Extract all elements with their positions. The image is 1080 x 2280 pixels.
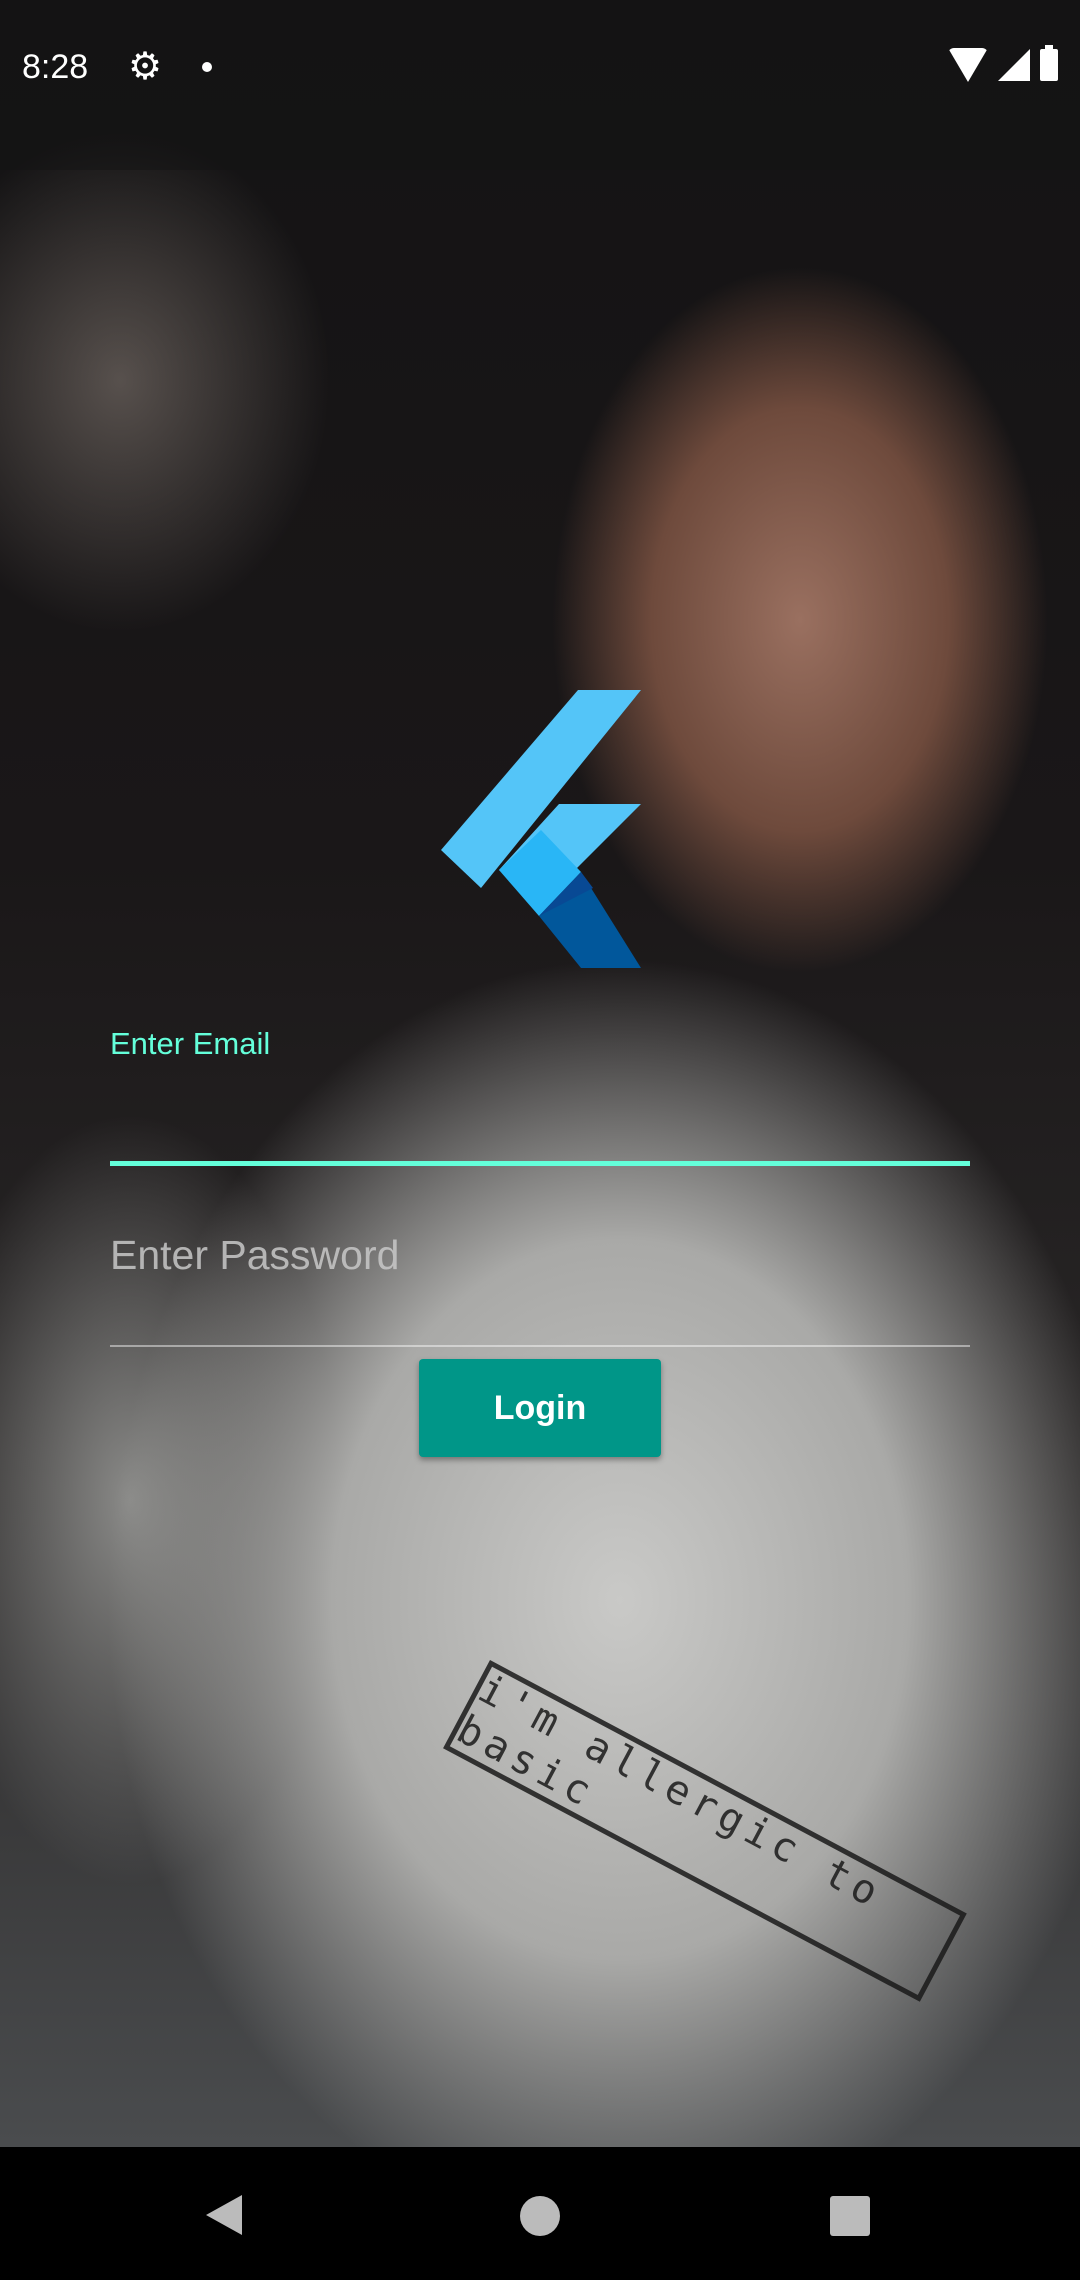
wifi-icon bbox=[948, 48, 988, 82]
status-bar: 8:28 ⚙ bbox=[0, 0, 1080, 170]
email-input[interactable] bbox=[110, 1060, 970, 1166]
back-icon[interactable] bbox=[206, 2195, 242, 2235]
email-label: Enter Email bbox=[110, 1026, 271, 1061]
notification-dot-icon bbox=[202, 62, 212, 72]
settings-icon: ⚙ bbox=[128, 46, 163, 88]
home-icon[interactable] bbox=[520, 2196, 560, 2236]
flutter-logo bbox=[441, 690, 641, 968]
signal-icon bbox=[998, 49, 1030, 81]
password-input[interactable] bbox=[110, 1220, 970, 1347]
recents-icon[interactable] bbox=[830, 2196, 870, 2236]
battery-icon bbox=[1040, 45, 1058, 81]
clock: 8:28 bbox=[22, 48, 89, 86]
login-button[interactable]: Login bbox=[419, 1359, 661, 1457]
